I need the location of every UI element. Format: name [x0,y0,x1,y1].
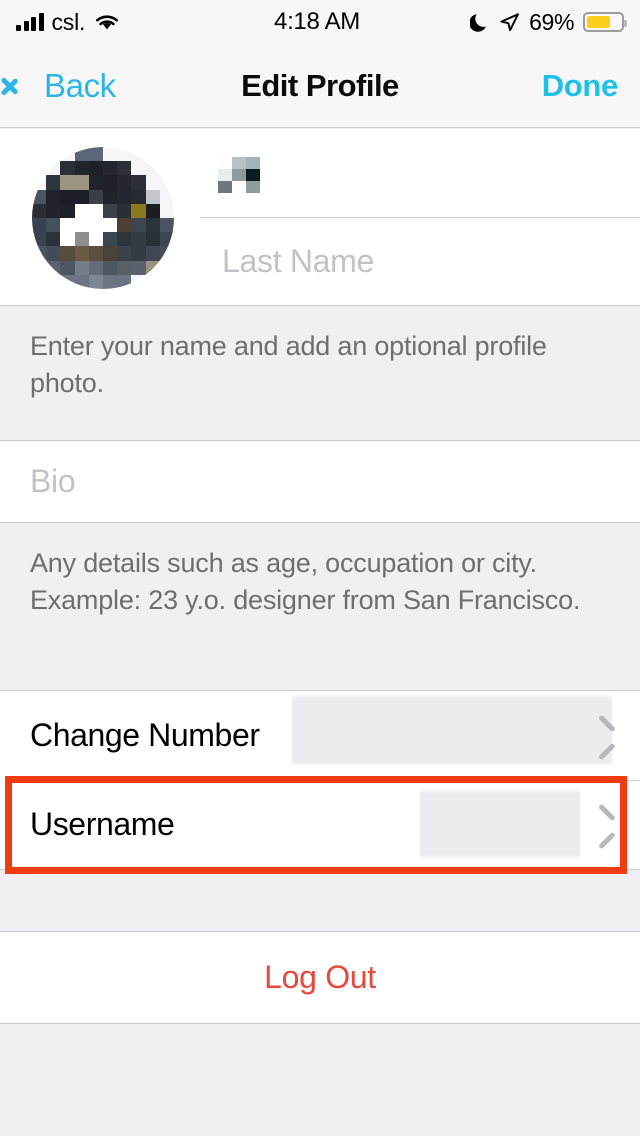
chevron-left-icon [14,67,36,105]
wifi-icon [96,15,119,30]
log-out-label: Log Out [264,959,376,995]
first-name-redacted-value [218,157,260,193]
navigation-bar: Back Edit Profile Done [0,44,640,128]
row-change-number[interactable]: Change Number [0,691,640,780]
back-button-label: Back [44,66,116,104]
done-button[interactable]: Done [542,68,619,104]
settings-list-section: Change Number Username [0,690,640,870]
back-button[interactable]: Back [14,67,116,105]
bottom-spacer [0,1024,640,1136]
name-note-text: Enter your name and add an optional prof… [30,331,547,398]
bio-note-text: Any details such as age, occupation or c… [30,548,581,615]
chevron-right-icon [594,720,612,752]
name-section: Last Name [0,129,640,305]
moon-icon [470,14,487,32]
username-label: Username [30,806,175,842]
status-bar-right: 69% [414,8,627,36]
status-bar-left: csl. [16,9,226,36]
change-number-label: Change Number [30,717,260,753]
last-name-input[interactable]: Last Name [200,218,640,305]
log-out-button[interactable]: Log Out [0,932,640,1024]
battery-percent-label: 69% [529,8,574,35]
avatar-pixelated-photo [32,147,174,289]
status-bar-clock: 4:18 AM [274,8,360,35]
bio-placeholder: Bio [30,463,76,499]
last-name-placeholder: Last Name [222,243,375,279]
battery-icon [583,12,627,32]
name-fields: Last Name [200,129,640,305]
name-note-section: Enter your name and add an optional prof… [0,305,640,440]
bio-section[interactable]: Bio [0,440,640,523]
row-username[interactable]: Username [0,780,640,869]
screen-edit-profile: csl. 4:18 AM 69% Back Edit Profile Done … [0,0,640,1136]
avatar[interactable] [32,147,174,289]
bio-note-section: Any details such as age, occupation or c… [0,523,640,690]
location-arrow-icon [500,12,520,31]
first-name-input[interactable] [200,129,640,217]
chevron-right-icon [594,809,612,841]
change-number-redacted-value [292,696,612,764]
username-redacted-value [420,791,580,857]
battery-fill [587,16,610,28]
carrier-label: csl. [51,8,86,35]
list-gap-spacer [0,870,640,932]
status-bar: csl. 4:18 AM 69% [0,0,640,44]
cellular-signal-icon [16,13,44,31]
